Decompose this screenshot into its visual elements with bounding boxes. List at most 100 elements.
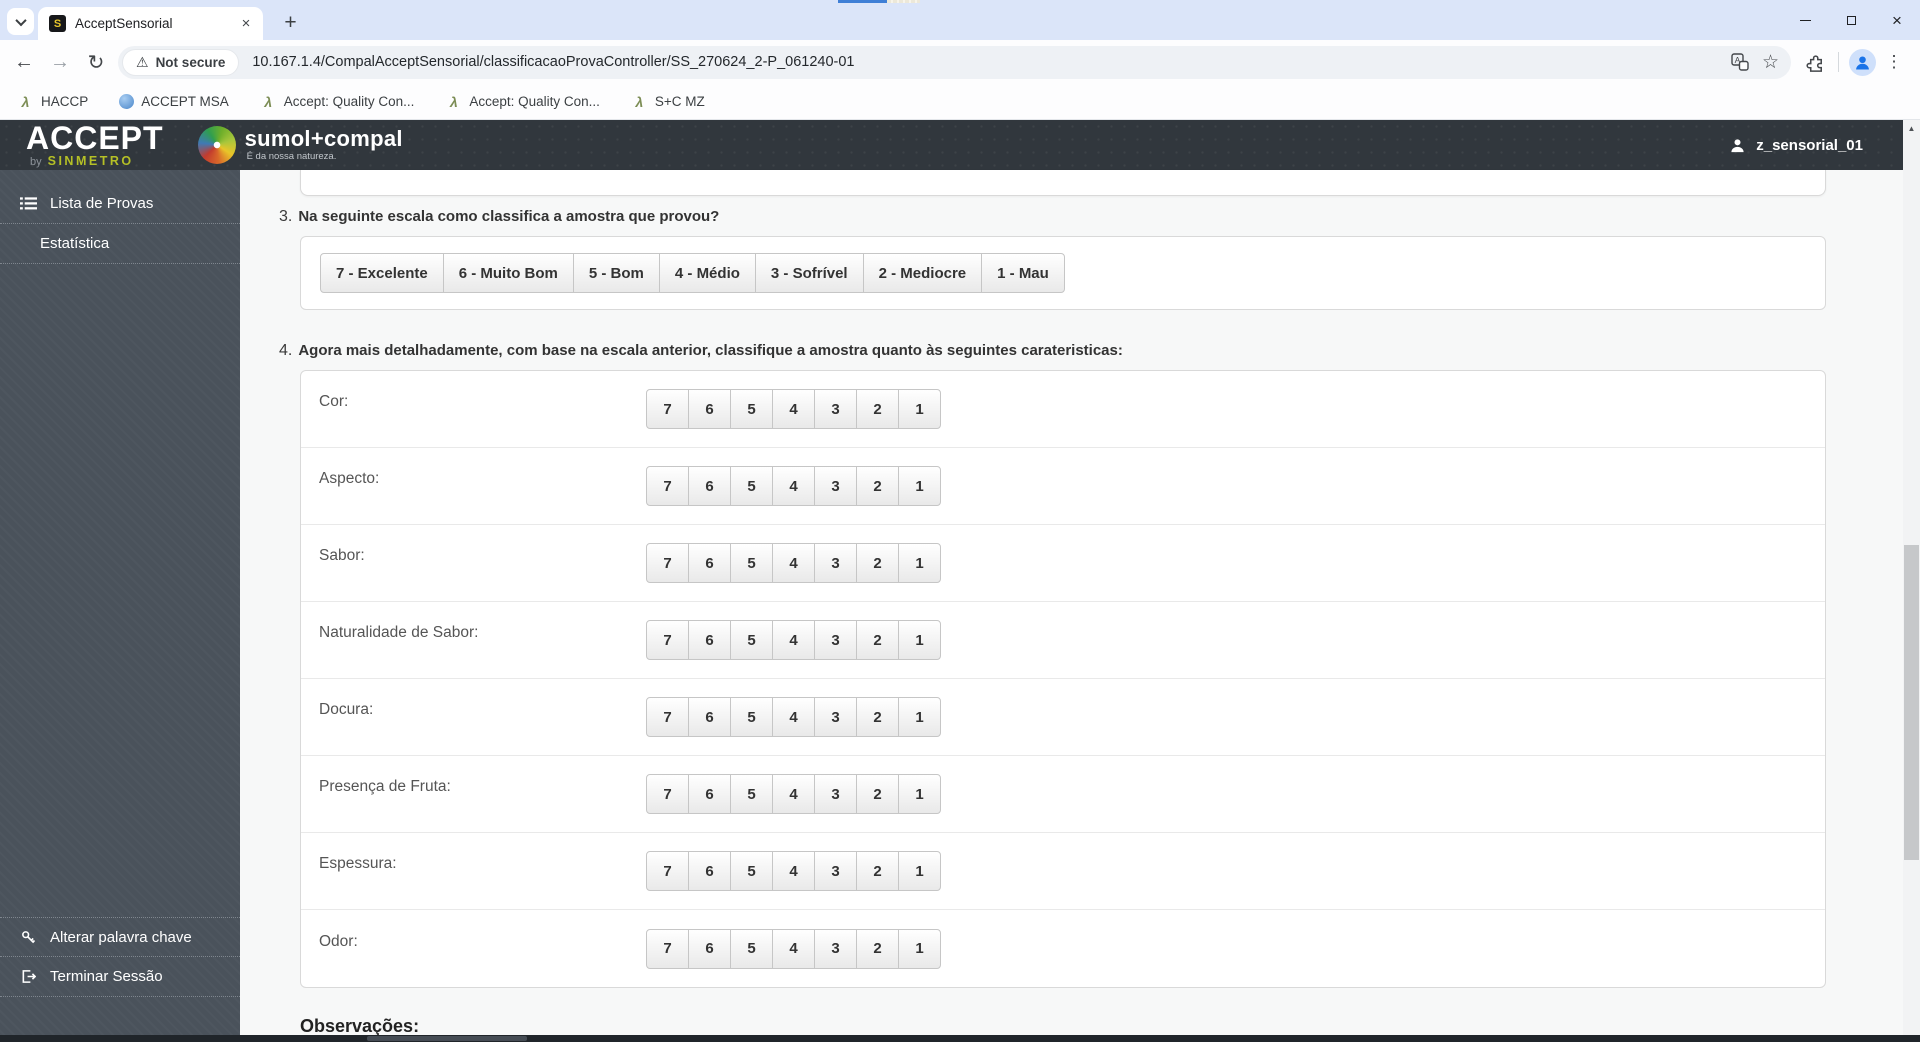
rating-button[interactable]: 5 bbox=[730, 389, 773, 429]
bookmark-item[interactable]: λ Accept: Quality Con... bbox=[260, 93, 414, 110]
rating-button[interactable]: 3 bbox=[814, 697, 857, 737]
rating-button[interactable]: 6 bbox=[688, 928, 731, 969]
rating-button[interactable]: 6 bbox=[688, 774, 731, 814]
rating-button[interactable]: 2 bbox=[856, 928, 899, 969]
bookmark-item[interactable]: λ HACCP bbox=[17, 93, 89, 110]
rating-button[interactable]: 4 bbox=[772, 774, 815, 814]
scroll-up-arrow-icon[interactable]: ▲ bbox=[1903, 120, 1920, 137]
rating-button[interactable]: 1 bbox=[898, 389, 941, 429]
rating-button[interactable]: 1 bbox=[898, 697, 941, 737]
rating-button[interactable]: 5 bbox=[730, 466, 773, 506]
rating-button[interactable]: 4 bbox=[772, 928, 815, 969]
user-menu[interactable]: z_sensorial_01 bbox=[1728, 137, 1863, 154]
rating-button[interactable]: 4 bbox=[772, 389, 815, 429]
window-minimize-button[interactable] bbox=[1782, 0, 1828, 40]
browser-menu-icon[interactable]: ⋮ bbox=[1878, 46, 1910, 78]
url-text[interactable]: 10.167.1.4/CompalAcceptSensorial/classif… bbox=[252, 54, 1718, 70]
rating-button[interactable]: 4 bbox=[772, 466, 815, 506]
rating-button[interactable]: 3 bbox=[814, 466, 857, 506]
sidebar-item-alterar-palavra-chave[interactable]: Alterar palavra chave bbox=[0, 917, 240, 957]
translate-icon[interactable]: A bbox=[1731, 53, 1749, 71]
rating-button[interactable]: 7 bbox=[646, 543, 689, 583]
window-restore-button[interactable] bbox=[1828, 0, 1874, 40]
scale-option-button[interactable]: 7 - Excelente bbox=[320, 253, 444, 293]
reload-button[interactable]: ↻ bbox=[78, 44, 114, 80]
rating-button[interactable]: 5 bbox=[730, 543, 773, 583]
rating-button[interactable]: 5 bbox=[730, 851, 773, 891]
sidebar-item-terminar-sessao[interactable]: Terminar Sessão bbox=[0, 957, 240, 997]
scale-option-button[interactable]: 2 - Mediocre bbox=[862, 253, 983, 293]
extensions-icon[interactable] bbox=[1799, 46, 1831, 78]
window-close-button[interactable]: × bbox=[1874, 0, 1920, 40]
rating-button[interactable]: 3 bbox=[814, 928, 857, 969]
rating-button[interactable]: 5 bbox=[730, 928, 773, 969]
new-tab-button[interactable]: + bbox=[277, 9, 304, 36]
security-chip[interactable]: ⚠ Not secure bbox=[122, 48, 240, 76]
sidebar-item-estatistica[interactable]: Estatística bbox=[0, 224, 240, 264]
rating-button[interactable]: 4 bbox=[772, 697, 815, 737]
rating-button[interactable]: 6 bbox=[688, 543, 731, 583]
bookmark-item[interactable]: λ Accept: Quality Con... bbox=[445, 93, 600, 110]
horizontal-scrollbar[interactable] bbox=[0, 1035, 1920, 1042]
rating-button[interactable]: 3 bbox=[814, 543, 857, 583]
rating-button[interactable]: 4 bbox=[772, 851, 815, 891]
rating-button[interactable]: 1 bbox=[898, 774, 941, 814]
horizontal-scrollbar-thumb[interactable] bbox=[367, 1036, 527, 1041]
bookmark-item[interactable]: ACCEPT MSA bbox=[119, 94, 229, 109]
rating-button[interactable]: 6 bbox=[688, 466, 731, 506]
rating-button[interactable]: 1 bbox=[898, 851, 941, 891]
scale-option-button[interactable]: 6 - Muito Bom bbox=[442, 253, 574, 293]
rating-button[interactable]: 7 bbox=[646, 697, 689, 737]
rating-button[interactable]: 6 bbox=[688, 389, 731, 429]
vertical-scrollbar[interactable]: ▲ bbox=[1903, 120, 1920, 1042]
rating-button[interactable]: 6 bbox=[688, 620, 731, 660]
rating-button[interactable]: 2 bbox=[856, 620, 899, 660]
scale-option-button[interactable]: 5 - Bom bbox=[572, 253, 660, 293]
scale-option-button[interactable]: 3 - Sofrível bbox=[754, 253, 864, 293]
rating-button[interactable]: 7 bbox=[646, 466, 689, 506]
rating-button[interactable]: 5 bbox=[730, 697, 773, 737]
address-bar[interactable]: ⚠ Not secure 10.167.1.4/CompalAcceptSens… bbox=[118, 45, 1791, 79]
rating-button[interactable]: 1 bbox=[898, 620, 941, 660]
rating-button[interactable]: 1 bbox=[898, 466, 941, 506]
rating-button[interactable]: 4 bbox=[772, 543, 815, 583]
rating-button[interactable]: 7 bbox=[646, 620, 689, 660]
vertical-scrollbar-thumb[interactable] bbox=[1904, 545, 1919, 860]
rating-button[interactable]: 5 bbox=[730, 774, 773, 814]
rating-button[interactable]: 1 bbox=[898, 928, 941, 969]
forward-button[interactable]: → bbox=[42, 44, 78, 80]
rating-button[interactable]: 7 bbox=[646, 851, 689, 891]
scale-option-button[interactable]: 1 - Mau bbox=[981, 253, 1065, 293]
avatar-icon bbox=[1848, 48, 1876, 76]
bookmark-item[interactable]: λ S+C MZ bbox=[631, 93, 705, 110]
profile-avatar[interactable] bbox=[1846, 46, 1878, 78]
lambda-icon: λ bbox=[264, 93, 273, 110]
rating-button[interactable]: 4 bbox=[772, 620, 815, 660]
rating-button[interactable]: 3 bbox=[814, 774, 857, 814]
back-button[interactable]: ← bbox=[6, 44, 42, 80]
tab-search-button[interactable] bbox=[7, 8, 34, 35]
browser-tab[interactable]: S AcceptSensorial × bbox=[38, 7, 263, 40]
rating-button[interactable]: 2 bbox=[856, 466, 899, 506]
rating-button[interactable]: 3 bbox=[814, 851, 857, 891]
rating-button[interactable]: 2 bbox=[856, 697, 899, 737]
rating-button[interactable]: 6 bbox=[688, 851, 731, 891]
rating-button[interactable]: 6 bbox=[688, 697, 731, 737]
rating-button[interactable]: 2 bbox=[856, 774, 899, 814]
sidebar-item-lista-de-provas[interactable]: Lista de Provas bbox=[0, 184, 240, 224]
rating-button[interactable]: 2 bbox=[856, 543, 899, 583]
rating-button[interactable]: 3 bbox=[814, 389, 857, 429]
scale-option-button[interactable]: 4 - Médio bbox=[658, 253, 756, 293]
tab-close-icon[interactable]: × bbox=[237, 15, 255, 33]
rating-button[interactable]: 2 bbox=[856, 389, 899, 429]
rating-button[interactable]: 7 bbox=[646, 928, 689, 969]
rating-button[interactable]: 1 bbox=[898, 543, 941, 583]
rating-button[interactable]: 3 bbox=[814, 620, 857, 660]
rating-button[interactable]: 7 bbox=[646, 774, 689, 814]
rating-button[interactable]: 5 bbox=[730, 620, 773, 660]
rating-button[interactable]: 7 bbox=[646, 389, 689, 429]
observations-label: Observações: bbox=[300, 1016, 420, 1036]
rating-button[interactable]: 2 bbox=[856, 851, 899, 891]
bookmark-star-icon[interactable]: ☆ bbox=[1762, 51, 1779, 74]
